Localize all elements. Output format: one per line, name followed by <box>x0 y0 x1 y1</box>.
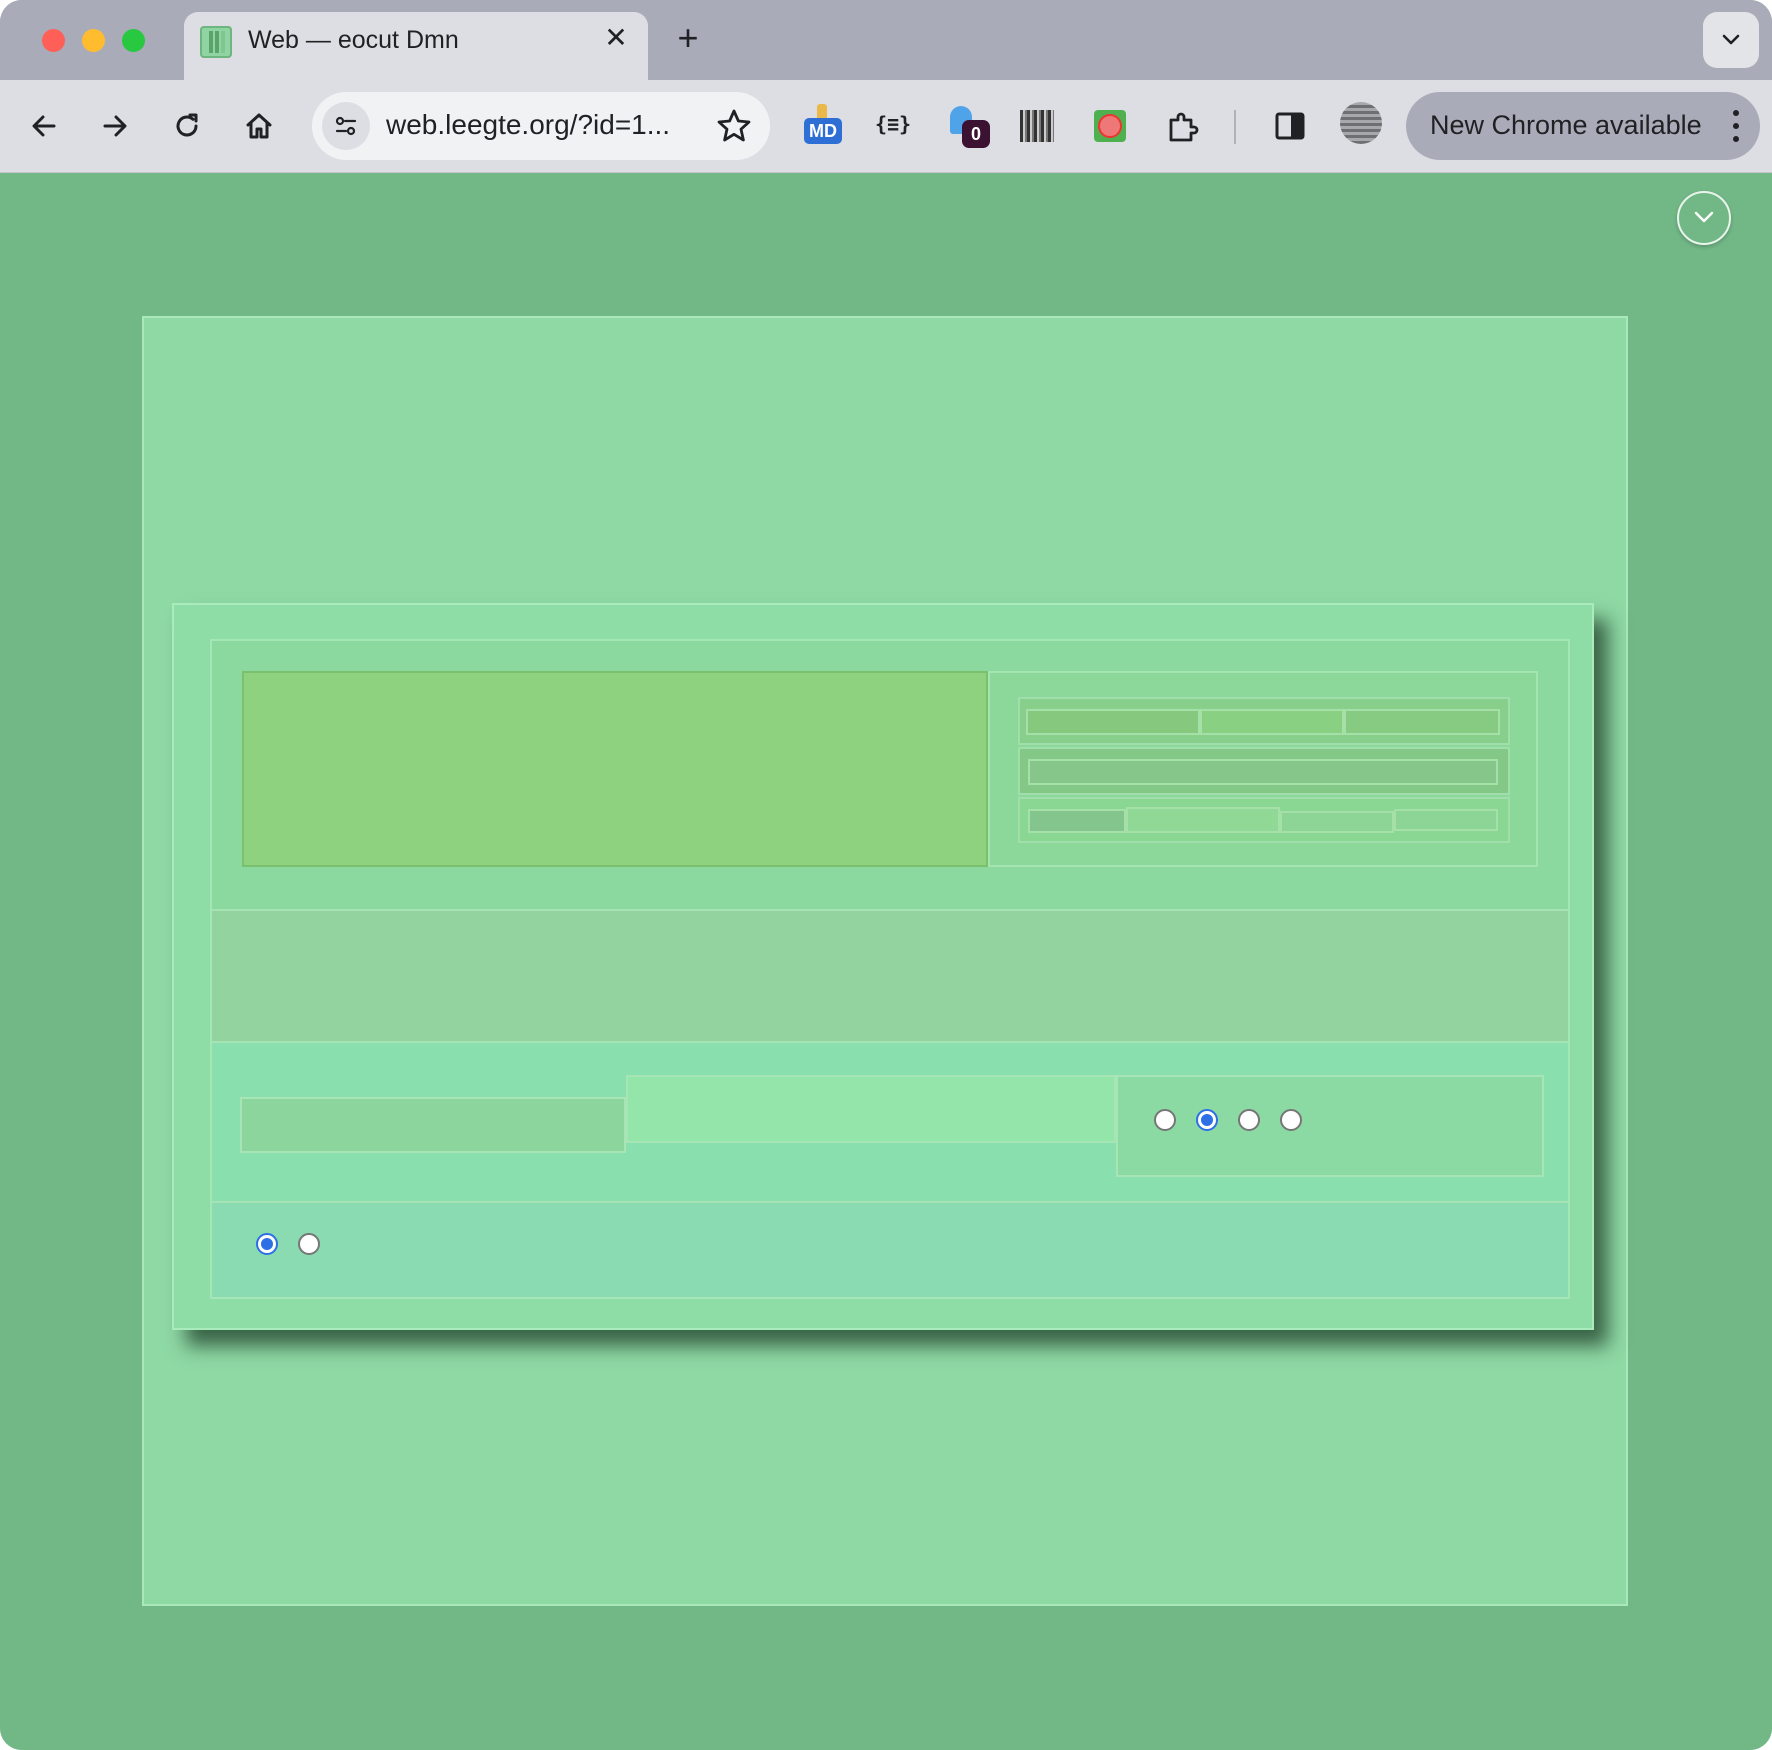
new-tab-button[interactable]: + <box>668 18 708 58</box>
info-cell <box>1028 759 1498 785</box>
chrome-update-label: New Chrome available <box>1430 110 1702 140</box>
description-section <box>212 909 1568 1043</box>
browser-toolbar: web.leegte.org/?id=1... MD {≡} 0 New Chr… <box>0 80 1772 173</box>
page-viewport <box>0 173 1772 1750</box>
form-card <box>172 603 1594 1330</box>
radio-option-1[interactable] <box>1154 1109 1176 1131</box>
star-icon <box>717 109 751 142</box>
ghostery-extension-button[interactable]: 0 <box>944 104 990 148</box>
chevron-down-icon <box>1722 34 1740 45</box>
info-panel <box>988 671 1538 867</box>
reload-button[interactable] <box>163 102 211 150</box>
arrow-right-icon <box>103 115 127 137</box>
json-viewer-extension-button[interactable]: {≡} <box>871 104 915 148</box>
info-cell <box>1126 807 1280 833</box>
pixelated-extension-icon <box>1020 110 1054 142</box>
info-cell <box>1394 809 1498 831</box>
collapse-button[interactable] <box>1677 191 1731 245</box>
home-icon <box>246 113 272 139</box>
reload-icon <box>176 113 198 137</box>
radio-option-4[interactable] <box>1280 1109 1302 1131</box>
info-row <box>1018 797 1510 843</box>
profile-avatar[interactable] <box>1340 102 1382 144</box>
forward-button[interactable] <box>91 102 139 150</box>
browser-tab[interactable]: Web — eocut Dmn ✕ <box>184 12 648 80</box>
puzzle-icon <box>1169 112 1199 142</box>
bookmark-button[interactable] <box>714 106 754 146</box>
tune-icon <box>335 116 357 136</box>
text-field[interactable] <box>626 1075 1116 1143</box>
radio-option-b[interactable] <box>298 1233 320 1255</box>
text-field[interactable] <box>240 1097 626 1153</box>
site-info-button[interactable] <box>322 102 370 150</box>
chevron-down-icon <box>1694 211 1714 223</box>
markdown-badge: MD <box>804 118 842 144</box>
browser-window: Web — eocut Dmn ✕ + web.leegte.org/?id=1… <box>0 0 1772 1750</box>
site-favicon-icon <box>200 26 232 58</box>
url-text[interactable]: web.leegte.org/?id=1... <box>386 109 670 141</box>
arrow-left-icon <box>32 115 56 137</box>
back-button[interactable] <box>20 102 68 150</box>
radio-option-3[interactable] <box>1238 1109 1260 1131</box>
minimize-window-button[interactable] <box>82 29 105 52</box>
kebab-menu-icon[interactable] <box>1728 108 1744 144</box>
footer-section <box>212 1203 1568 1297</box>
toolbar-divider <box>1234 110 1236 144</box>
radio-group <box>1116 1075 1544 1177</box>
info-cell <box>1028 809 1126 833</box>
markdown-extension-button[interactable]: MD <box>800 104 844 148</box>
info-row <box>1018 747 1510 795</box>
extensions-menu-button[interactable] <box>1160 104 1204 148</box>
tab-close-icon[interactable]: ✕ <box>600 22 632 54</box>
info-cell <box>1280 811 1394 833</box>
address-bar[interactable]: web.leegte.org/?id=1... <box>312 92 770 160</box>
tab-strip: Web — eocut Dmn ✕ + <box>0 0 1772 80</box>
page-paper <box>142 316 1628 1606</box>
info-cell <box>1026 709 1200 735</box>
tab-search-button[interactable] <box>1703 12 1759 68</box>
side-panel-button[interactable] <box>1268 104 1312 148</box>
image-placeholder <box>242 671 988 867</box>
info-row <box>1018 697 1510 745</box>
blocked-circle-icon <box>1094 110 1126 142</box>
info-cell <box>1200 709 1344 735</box>
home-button[interactable] <box>235 102 283 150</box>
green-extension-button[interactable] <box>1088 104 1132 148</box>
input-section <box>212 1043 1568 1203</box>
form-container <box>210 639 1570 1299</box>
pixel-extension-button[interactable] <box>1016 104 1060 148</box>
ghostery-count-badge: 0 <box>962 120 990 148</box>
radio-option-2[interactable] <box>1196 1109 1218 1131</box>
json-braces-icon: {≡} <box>874 112 912 136</box>
maximize-window-button[interactable] <box>122 29 145 52</box>
info-cell <box>1344 709 1500 735</box>
radio-option-a[interactable] <box>256 1233 278 1255</box>
side-panel-icon <box>1275 112 1305 140</box>
chrome-update-button[interactable]: New Chrome available <box>1406 92 1760 160</box>
tab-title: Web — eocut Dmn <box>248 26 459 54</box>
header-section <box>212 641 1568 909</box>
close-window-button[interactable] <box>42 29 65 52</box>
